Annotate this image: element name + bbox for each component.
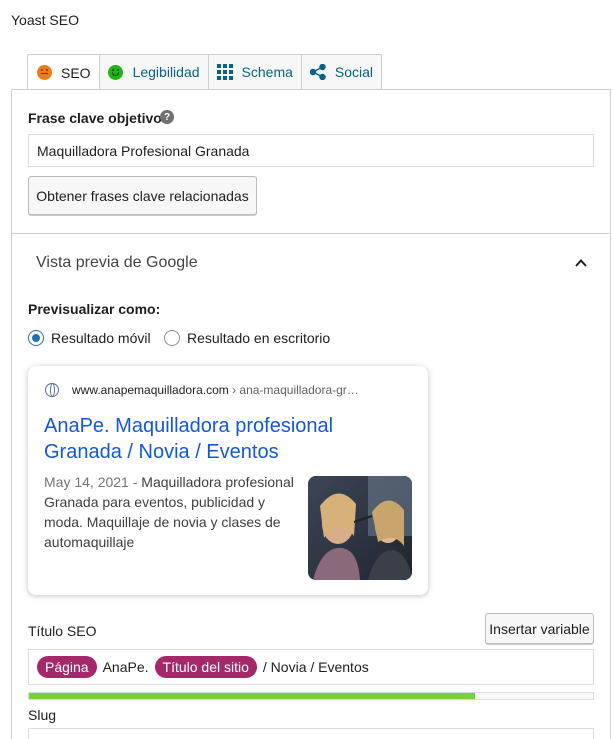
section-divider — [11, 233, 611, 234]
variable-pill-site-title[interactable]: Título del sitio — [154, 656, 257, 678]
help-icon[interactable]: ? — [160, 110, 174, 124]
preview-thumbnail — [308, 476, 412, 580]
orange-face-icon — [36, 65, 52, 81]
related-keyphrases-button[interactable]: Obtener frases clave relacionadas — [28, 176, 257, 215]
google-preview-card: www.anapemaquilladora.com › ana-maquilla… — [28, 366, 428, 595]
tab-schema[interactable]: Schema — [207, 54, 301, 90]
grid-icon — [216, 64, 233, 80]
radio-mobile-label[interactable]: Resultado móvil — [51, 330, 151, 346]
globe-icon — [45, 383, 59, 397]
preview-separator: - — [128, 474, 142, 490]
tab-social[interactable]: Social — [300, 54, 383, 90]
chevron-up-icon[interactable] — [574, 256, 588, 270]
radio-desktop[interactable]: Resultado en escritorio — [164, 330, 330, 346]
tab-legibilidad-label: Legibilidad — [132, 64, 200, 80]
preview-title[interactable]: AnaPe. Maquilladora profesional Granada … — [44, 413, 384, 465]
radio-desktop-label[interactable]: Resultado en escritorio — [187, 330, 330, 346]
insert-variable-button[interactable]: Insertar variable — [485, 613, 594, 644]
seo-title-text-1: AnaPe. — [102, 659, 149, 675]
seo-title-input[interactable]: Página AnaPe. Título del sitio / Novia /… — [28, 649, 594, 685]
preview-as-label: Previsualizar como: — [28, 301, 161, 317]
tab-schema-label: Schema — [241, 64, 293, 80]
tab-seo-label: SEO — [61, 64, 91, 81]
preview-date: May 14, 2021 — [44, 474, 129, 490]
seo-title-progress — [28, 692, 594, 700]
seo-title-label: Título SEO — [28, 623, 97, 639]
green-face-icon — [108, 64, 124, 80]
radio-desktop-button[interactable] — [164, 330, 180, 346]
slug-label: Slug — [28, 707, 57, 723]
radio-mobile-button[interactable] — [28, 330, 44, 346]
focus-keyphrase-input[interactable]: Maquilladora Profesional Granada — [28, 134, 594, 167]
tab-seo[interactable]: SEO — [27, 54, 99, 91]
tab-bar: SEO Legibilidad Schema Social — [27, 54, 383, 91]
preview-url-crumb: › ana-maquilladora-gr… — [228, 383, 359, 397]
preview-url-domain: www.anapemaquilladora.com — [72, 383, 229, 397]
panel-title: Yoast SEO — [11, 12, 79, 28]
share-icon — [309, 64, 326, 80]
seo-title-progress-fill — [29, 693, 475, 699]
preview-url: www.anapemaquilladora.com › ana-maquilla… — [72, 383, 359, 397]
google-preview-heading[interactable]: Vista previa de Google — [36, 254, 198, 272]
slug-input[interactable] — [28, 728, 594, 739]
seo-title-text-2: / Novia / Eventos — [262, 659, 369, 675]
tab-social-label: Social — [334, 64, 374, 80]
variable-pill-page[interactable]: Página — [37, 656, 97, 678]
radio-mobile[interactable]: Resultado móvil — [28, 330, 151, 346]
preview-description: May 14, 2021 - Maquilladora profesional … — [44, 472, 300, 552]
tab-legibilidad[interactable]: Legibilidad — [98, 54, 208, 90]
focus-keyphrase-label: Frase clave objetivo — [28, 110, 162, 126]
